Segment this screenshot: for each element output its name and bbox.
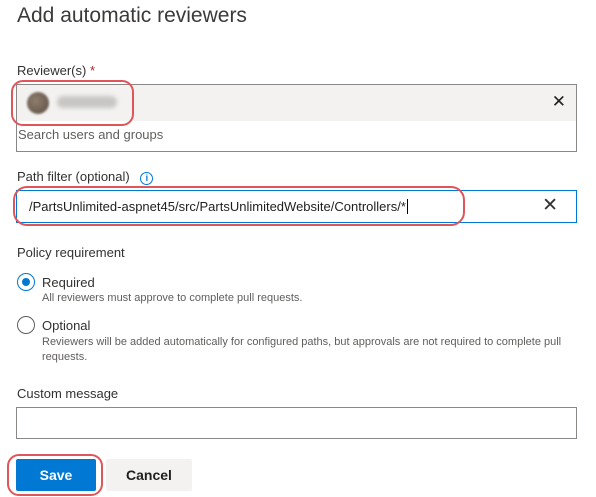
- custom-message-input[interactable]: [16, 407, 577, 439]
- path-filter-label: Path filter (optional) i: [17, 169, 154, 185]
- reviewer-chip: ✕: [17, 85, 576, 121]
- required-option-label[interactable]: Required: [42, 275, 95, 290]
- avatar: [27, 92, 49, 114]
- text-caret: [406, 199, 408, 214]
- save-button[interactable]: Save: [16, 459, 96, 491]
- reviewer-name-redacted: [57, 96, 117, 108]
- clear-path-icon[interactable]: ✕: [542, 196, 558, 216]
- reviewers-label-text: Reviewer(s): [17, 63, 87, 78]
- reviewers-label: Reviewer(s) *: [17, 63, 95, 78]
- path-filter-value-text: /PartsUnlimited-aspnet45/src/PartsUnlimi…: [29, 199, 406, 214]
- dialog-title: Add automatic reviewers: [17, 4, 247, 27]
- optional-option-label[interactable]: Optional: [42, 318, 90, 333]
- reviewers-picker[interactable]: ✕ Search users and groups: [16, 84, 577, 152]
- required-marker: *: [89, 63, 96, 78]
- optional-radio[interactable]: [17, 316, 35, 334]
- path-filter-value: /PartsUnlimited-aspnet45/src/PartsUnlimi…: [29, 199, 408, 214]
- path-filter-input[interactable]: /PartsUnlimited-aspnet45/src/PartsUnlimi…: [16, 190, 577, 223]
- info-icon[interactable]: i: [140, 172, 154, 185]
- required-option-description: All reviewers must approve to complete p…: [42, 292, 303, 304]
- optional-option-description: Reviewers will be added automatically fo…: [42, 336, 562, 363]
- search-users-input[interactable]: Search users and groups: [18, 127, 163, 142]
- path-filter-label-text: Path filter (optional): [17, 169, 130, 184]
- custom-message-label: Custom message: [17, 386, 119, 401]
- required-radio[interactable]: [17, 273, 35, 291]
- close-icon[interactable]: ✕: [552, 92, 566, 112]
- cancel-button[interactable]: Cancel: [106, 459, 192, 491]
- policy-requirement-label: Policy requirement: [17, 245, 125, 260]
